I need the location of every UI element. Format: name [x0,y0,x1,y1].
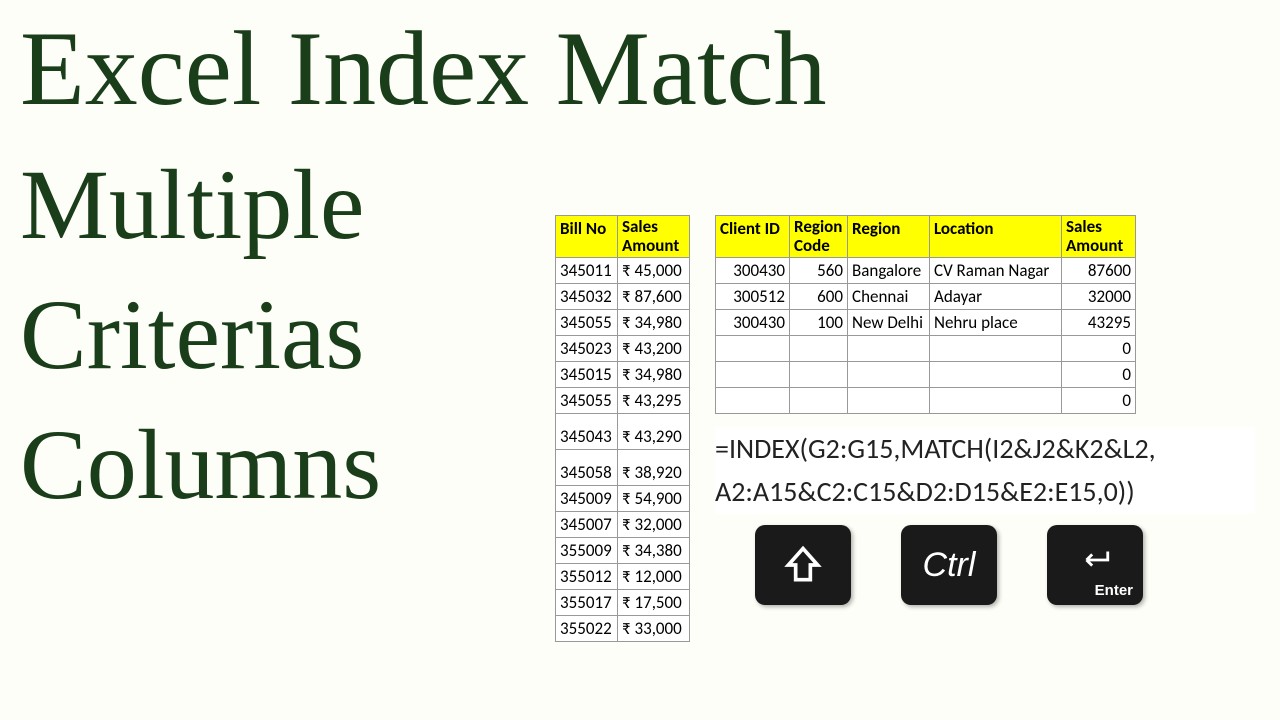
table-row: 345011₹ 45,000 [556,258,690,284]
table-header-row: Client ID RegionCode Region Location Sal… [716,216,1136,258]
title-block: Multiple Criterias Columns [20,10,620,530]
table-row: 345015₹ 34,980 [556,362,690,388]
enter-key-label: Enter [1095,582,1133,599]
table-row: 345007₹ 32,000 [556,512,690,538]
table-row: 355012₹ 12,000 [556,564,690,590]
col-region-code: RegionCode [790,216,848,258]
col-client-id: Client ID [716,216,790,258]
col-sales-amount: SalesAmount [1062,216,1136,258]
table-row: 0 [716,362,1136,388]
table-row: 300430 560 Bangalore CV Raman Nagar 8760… [716,258,1136,284]
col-bill-no: Bill No [556,216,618,258]
client-table: Client ID RegionCode Region Location Sal… [715,215,1136,414]
col-sales-amount: SalesAmount [618,216,690,258]
table-row: 345023₹ 43,200 [556,336,690,362]
table-row: 345055₹ 43,295 [556,388,690,414]
table-row: 0 [716,388,1136,414]
enter-key-icon: Enter [1047,525,1143,605]
table-row: 345058₹ 38,920 [556,450,690,486]
title-line-3: Criterias [20,270,620,400]
table-row: 300512 600 Chennai Adayar 32000 [716,284,1136,310]
col-location: Location [930,216,1062,258]
col-region: Region [848,216,930,258]
title-line-4: Columns [20,400,620,530]
table-header-row: Bill No SalesAmount [556,216,690,258]
bill-table: Bill No SalesAmount 345011₹ 45,000 34503… [555,215,690,642]
table-row: 345043₹ 43,290 [556,414,690,450]
shift-key-icon [755,525,851,605]
table-row: 345032₹ 87,600 [556,284,690,310]
table-row: 300430 100 New Delhi Nehru place 43295 [716,310,1136,336]
formula-line-2: A2:A15&C2:C15&D2:D15&E2:E15,0)) [715,470,1255,513]
table-row: 345009₹ 54,900 [556,486,690,512]
table-row: 355009₹ 34,380 [556,538,690,564]
tables-container: Bill No SalesAmount 345011₹ 45,000 34503… [555,215,1275,642]
table-row: 355017₹ 17,500 [556,590,690,616]
table-row: 355022₹ 33,000 [556,616,690,642]
table-row: 0 [716,336,1136,362]
table-row: 345055₹ 34,980 [556,310,690,336]
ctrl-key-icon: Ctrl [901,525,997,605]
title-line-2: Multiple [20,140,620,270]
formula-line-1: =INDEX(G2:G15,MATCH(I2&J2&K2&L2, [715,427,1255,470]
keyboard-keys: Ctrl Enter [755,525,1143,605]
formula-text: =INDEX(G2:G15,MATCH(I2&J2&K2&L2, A2:A15&… [715,427,1255,514]
